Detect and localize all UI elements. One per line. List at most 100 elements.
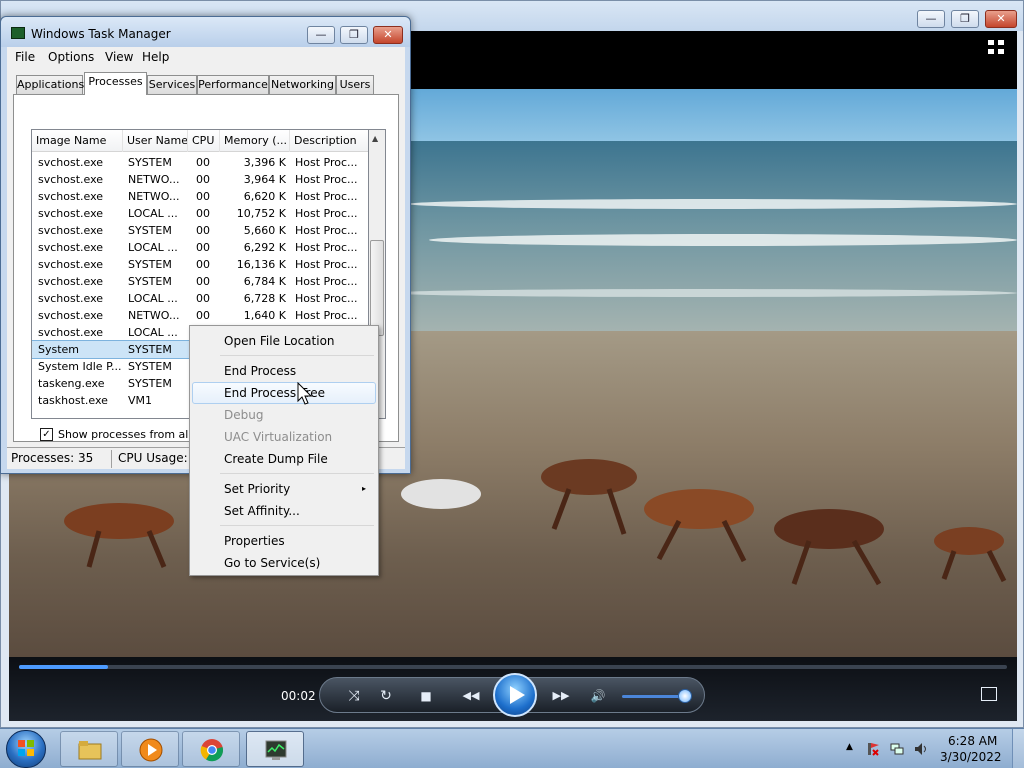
volume-slider[interactable] <box>622 695 684 698</box>
clock-time[interactable]: 6:28 AM <box>948 734 997 748</box>
menu-file[interactable]: File <box>15 50 35 64</box>
seek-bar[interactable] <box>19 665 1007 669</box>
clock-date[interactable]: 3/30/2022 <box>940 750 1002 764</box>
cell-user-name: SYSTEM <box>128 377 172 390</box>
fullscreen-icon[interactable] <box>987 39 1005 55</box>
taskbar-windows-media-player[interactable] <box>121 731 179 767</box>
column-user-name[interactable]: User Name <box>123 130 188 152</box>
minimize-button[interactable]: — <box>307 26 335 44</box>
menu-item-end-process-tree[interactable]: End Process Tree <box>192 382 376 404</box>
player-maximize-button[interactable]: ❐ <box>951 10 979 28</box>
task-manager-titlebar[interactable]: Windows Task Manager — ❐ ✕ <box>1 17 410 47</box>
cell-cpu: 00 <box>196 190 210 203</box>
taskbar-task-manager[interactable] <box>246 731 304 767</box>
switch-view-icon[interactable] <box>981 687 997 701</box>
volume-icon[interactable] <box>914 742 928 756</box>
table-row[interactable]: svchost.exe NETWO... 00 3,964 K Host Proc... <box>32 171 368 188</box>
table-row[interactable]: svchost.exe LOCAL ... 00 6,728 K Host Proc..… <box>32 290 368 307</box>
table-row[interactable]: svchost.exe NETWO... 00 1,640 K Host Proc... <box>32 307 368 324</box>
menu-item-go-to-service-s[interactable]: Go to Service(s) <box>192 552 376 574</box>
tab-performance[interactable]: Performance <box>197 75 269 94</box>
cell-cpu: 00 <box>196 309 210 322</box>
cell-user-name: LOCAL ... <box>128 207 178 220</box>
player-minimize-button[interactable]: — <box>917 10 945 28</box>
taskbar-google-chrome[interactable] <box>182 731 240 767</box>
taskbar-windows-explorer[interactable] <box>60 731 118 767</box>
menu-item-label: UAC Virtualization <box>224 430 333 444</box>
menu-options[interactable]: Options <box>48 50 94 64</box>
cell-cpu: 00 <box>196 173 210 186</box>
tab-services[interactable]: Services <box>147 75 197 94</box>
cell-cpu: 00 <box>196 224 210 237</box>
table-row[interactable]: svchost.exe SYSTEM 00 16,136 K Host Proc... <box>32 256 368 273</box>
menu-view[interactable]: View <box>105 50 133 64</box>
cell-user-name: NETWO... <box>128 190 180 203</box>
shuffle-icon[interactable]: ⤨ <box>344 687 364 705</box>
playback-time: 00:02 <box>281 689 316 703</box>
cell-memory: 6,292 K <box>243 241 286 254</box>
task-manager-icon <box>265 740 287 760</box>
menu-bar: File Options View Help <box>7 47 405 69</box>
cell-image-name: svchost.exe <box>38 241 104 254</box>
menu-item-create-dump-file[interactable]: Create Dump File <box>192 448 376 470</box>
cell-user-name: LOCAL ... <box>128 241 178 254</box>
cell-image-name: svchost.exe <box>38 258 104 271</box>
player-close-button[interactable]: ✕ <box>985 10 1017 28</box>
cell-image-name: svchost.exe <box>38 275 104 288</box>
stop-icon[interactable]: ■ <box>416 687 436 705</box>
cell-user-name: VM1 <box>128 394 153 407</box>
cell-description: Host Proc... <box>295 309 358 322</box>
tab-processes[interactable]: Processes <box>84 72 147 95</box>
table-row[interactable]: svchost.exe LOCAL ... 00 6,292 K Host Proc..… <box>32 239 368 256</box>
tab-applications[interactable]: Applications <box>16 75 84 94</box>
previous-icon[interactable]: ◀◀ <box>456 687 486 705</box>
menu-item-open-file-location[interactable]: Open File Location <box>192 330 376 352</box>
close-button[interactable]: ✕ <box>373 26 403 44</box>
column-memory[interactable]: Memory (... <box>220 130 290 152</box>
show-desktop-button[interactable] <box>1012 729 1024 768</box>
volume-slider-thumb[interactable] <box>678 689 692 703</box>
table-row[interactable]: svchost.exe SYSTEM 00 5,660 K Host Proc... <box>32 222 368 239</box>
cell-memory: 3,964 K <box>243 173 286 186</box>
show-all-processes-checkbox[interactable]: ✓ <box>40 428 53 441</box>
menu-item-set-priority[interactable]: Set Priority ▸ <box>192 478 376 500</box>
cell-description: Host Proc... <box>295 190 358 203</box>
menu-item-label: Create Dump File <box>224 452 328 466</box>
menu-item-end-process[interactable]: End Process <box>192 360 376 382</box>
menu-item-properties[interactable]: Properties <box>192 530 376 552</box>
show-hidden-icons-icon[interactable]: ▲ <box>846 742 853 752</box>
window-title: Windows Task Manager <box>31 27 171 41</box>
network-icon[interactable] <box>890 742 904 756</box>
column-description[interactable]: Description <box>290 130 368 152</box>
cell-image-name: svchost.exe <box>38 156 104 169</box>
cell-image-name: svchost.exe <box>38 224 104 237</box>
cell-user-name: LOCAL ... <box>128 292 178 305</box>
column-cpu[interactable]: CPU <box>188 130 220 152</box>
table-row[interactable]: svchost.exe LOCAL ... 00 10,752 K Host Proc.… <box>32 205 368 222</box>
tab-networking[interactable]: Networking <box>269 75 336 94</box>
cell-image-name: svchost.exe <box>38 326 104 339</box>
play-button[interactable] <box>493 673 537 717</box>
menu-item-set-affinity[interactable]: Set Affinity... <box>192 500 376 522</box>
next-icon[interactable]: ▶▶ <box>546 687 576 705</box>
cell-image-name: System <box>38 343 80 356</box>
menu-item-label: Set Priority <box>224 482 291 496</box>
column-image-name[interactable]: Image Name <box>32 130 123 152</box>
table-row[interactable]: svchost.exe SYSTEM 00 3,396 K Host Proc... <box>32 154 368 171</box>
status-separator <box>111 450 112 468</box>
volume-icon[interactable]: 🔊 <box>588 687 608 705</box>
tab-users[interactable]: Users <box>336 75 374 94</box>
repeat-icon[interactable]: ↻ <box>376 687 396 705</box>
table-row[interactable]: svchost.exe SYSTEM 00 6,784 K Host Proc... <box>32 273 368 290</box>
menu-item-debug: Debug <box>192 404 376 426</box>
start-button[interactable] <box>6 730 46 768</box>
action-center-icon[interactable] <box>866 742 880 756</box>
maximize-button[interactable]: ❐ <box>340 26 368 44</box>
table-row[interactable]: svchost.exe NETWO... 00 6,620 K Host Proc... <box>32 188 368 205</box>
status-processes: Processes: 35 <box>11 451 94 465</box>
menu-help[interactable]: Help <box>142 50 169 64</box>
cell-user-name: NETWO... <box>128 309 180 322</box>
scrollbar-thumb[interactable] <box>370 240 384 336</box>
scroll-up-icon[interactable]: ▲ <box>372 134 378 143</box>
cell-memory: 6,620 K <box>243 190 286 203</box>
